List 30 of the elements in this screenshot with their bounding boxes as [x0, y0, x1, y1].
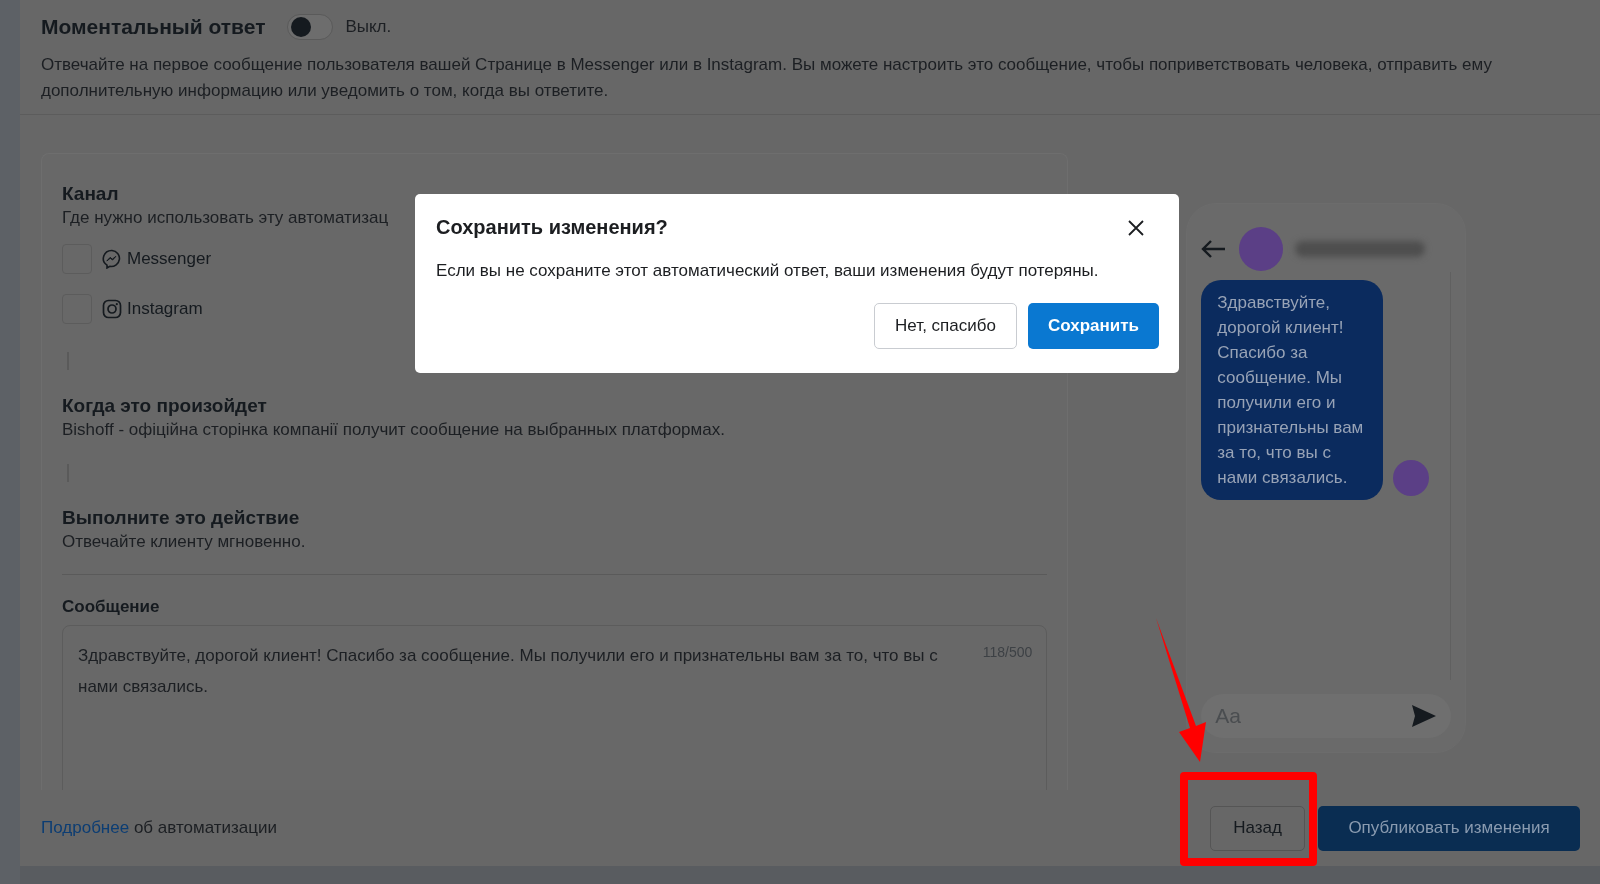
- description-text: Отвечайте на первое сообщение пользователя вашей Странице в Messenger или в Instagram. Вы можете настроить это сообщение, чтобы поприветствовать человека, отправить ему дополнительную информацию или уведомить о том, когда вы ответите.: [41, 54, 1493, 102]
- field-label: Сообщение: [62, 597, 161, 617]
- message-text: Здравствуйте, дорогой клиент! Спасибо за сообщение. Мы получили его и признательны вам за то, что вы с нами связались.: [78, 645, 939, 698]
- avatar: [1239, 227, 1284, 271]
- dialog-title: Сохранить изменения?: [436, 216, 668, 239]
- decline-button[interactable]: Нет, спасибо: [874, 303, 1017, 349]
- page-title: Моментальный ответ: [41, 15, 266, 39]
- avatar: [1393, 460, 1430, 496]
- section-subtitle: Где нужно использовать эту автоматизац: [62, 207, 389, 229]
- learn-more-link[interactable]: Подробнее: [41, 818, 130, 837]
- section-subtitle: Отвечайте клиенту мгновенно.: [62, 531, 306, 553]
- section-subtitle: Bishoff - офіційна сторінка компанії получит сообщение на выбранных платформах.: [62, 419, 725, 441]
- close-icon[interactable]: [1128, 219, 1144, 236]
- send-icon[interactable]: [1411, 704, 1438, 728]
- learn-more-text: Подробнее об автоматизации: [41, 818, 277, 838]
- dialog-message: Если вы не сохраните этот автоматический ответ, ваши изменения будут потеряны.: [436, 261, 1100, 281]
- channel-label: Messenger: [127, 249, 212, 269]
- publish-button[interactable]: Опубликовать изменения: [1318, 805, 1580, 851]
- instagram-icon: [102, 299, 122, 319]
- toggle-label: Выкл.: [345, 17, 392, 37]
- channel-label: Instagram: [127, 299, 203, 319]
- section-title: Канал: [62, 182, 120, 206]
- section-title: Когда это произойдет: [62, 394, 268, 418]
- messenger-icon: [102, 249, 122, 269]
- back-button[interactable]: Назад: [1210, 805, 1305, 851]
- message-bubble: Здравствуйте, дорогой клиент! Спасибо за сообщение. Мы получили его и признательны вам за то, что вы с нами связались.: [1201, 280, 1384, 500]
- back-arrow-icon[interactable]: [1201, 239, 1228, 259]
- save-button[interactable]: Сохранить: [1027, 303, 1159, 349]
- section-title: Выполните это действие: [62, 506, 301, 530]
- toggle-switch[interactable]: [287, 14, 334, 40]
